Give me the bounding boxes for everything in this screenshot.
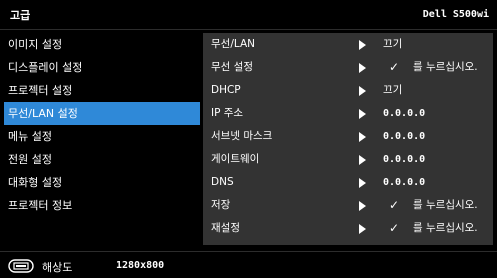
- arrow-right-icon: [359, 155, 366, 165]
- setting-label: DNS: [211, 176, 234, 188]
- setting-label: 서브넷 마스크: [211, 130, 273, 142]
- model-name: Dell S500wi: [422, 9, 489, 20]
- footer: 해상도 1280x800: [0, 256, 497, 278]
- arrow-right-icon: [359, 40, 366, 50]
- sidebar-item-wireless-lan-settings[interactable]: 무선/LAN 설정: [4, 102, 200, 125]
- setting-value: 0.0.0.0: [383, 154, 426, 165]
- setting-row-wireless-lan[interactable]: 무선/LAN 끄기: [203, 33, 493, 56]
- sidebar: 이미지 설정 디스플레이 설정 프로젝터 설정 무선/LAN 설정 메뉴 설정 …: [0, 33, 200, 245]
- setting-value: 를 누르십시오.: [413, 61, 478, 73]
- arrow-right-icon: [359, 132, 366, 142]
- arrow-right-icon: [359, 86, 366, 96]
- setting-row-dns[interactable]: DNS 0.0.0.0: [203, 171, 493, 194]
- sidebar-item-projector-info[interactable]: 프로젝터 정보: [0, 194, 200, 217]
- setting-label: 무선 설정: [211, 61, 253, 73]
- setting-row-gateway[interactable]: 게이트웨이 0.0.0.0: [203, 148, 493, 171]
- sidebar-item-projector-settings[interactable]: 프로젝터 설정: [0, 79, 200, 102]
- checkmark-icon: ✓: [389, 221, 400, 235]
- setting-row-ip-address[interactable]: IP 주소 0.0.0.0: [203, 102, 493, 125]
- sidebar-item-menu-settings[interactable]: 메뉴 설정: [0, 125, 200, 148]
- arrow-right-icon: [359, 201, 366, 211]
- setting-value: 를 누르십시오.: [413, 199, 478, 211]
- setting-label: 재설정: [211, 222, 240, 234]
- menu-title: 고급: [10, 9, 31, 22]
- setting-row-reset[interactable]: 재설정 ✓ 를 누르십시오.: [203, 217, 493, 240]
- setting-value: 를 누르십시오.: [413, 222, 478, 234]
- sidebar-item-interactive-settings[interactable]: 대화형 설정: [0, 171, 200, 194]
- sidebar-item-display-settings[interactable]: 디스플레이 설정: [0, 56, 200, 79]
- sidebar-item-power-settings[interactable]: 전원 설정: [0, 148, 200, 171]
- setting-row-save[interactable]: 저장 ✓ 를 누르십시오.: [203, 194, 493, 217]
- resolution-label: 해상도: [42, 261, 73, 274]
- setting-label: IP 주소: [211, 107, 244, 119]
- header-divider: [0, 29, 497, 30]
- setting-label: 무선/LAN: [211, 38, 255, 50]
- setting-value: 0.0.0.0: [383, 108, 426, 119]
- setting-value: 0.0.0.0: [383, 177, 426, 188]
- setting-row-wireless-setup[interactable]: 무선 설정 ✓ 를 누르십시오.: [203, 56, 493, 79]
- setting-value: 끄기: [383, 84, 403, 96]
- checkmark-icon: ✓: [389, 60, 400, 74]
- setting-label: DHCP: [211, 84, 241, 96]
- footer-divider: [0, 251, 497, 252]
- setting-label: 저장: [211, 199, 231, 211]
- setting-row-dhcp[interactable]: DHCP 끄기: [203, 79, 493, 102]
- setting-label: 게이트웨이: [211, 153, 260, 165]
- setting-row-subnet-mask[interactable]: 서브넷 마스크 0.0.0.0: [203, 125, 493, 148]
- arrow-right-icon: [359, 63, 366, 73]
- arrow-right-icon: [359, 224, 366, 234]
- projector-osd-menu: 고급 Dell S500wi 이미지 설정 디스플레이 설정 프로젝터 설정 무…: [0, 0, 497, 278]
- sidebar-item-image-settings[interactable]: 이미지 설정: [0, 33, 200, 56]
- checkmark-icon: ✓: [389, 198, 400, 212]
- setting-value: 끄기: [383, 38, 403, 50]
- header: 고급 Dell S500wi: [0, 0, 497, 29]
- arrow-right-icon: [359, 109, 366, 119]
- setting-value: 0.0.0.0: [383, 131, 426, 142]
- resolution-value: 1280x800: [116, 260, 165, 271]
- resolution-icon: [8, 259, 34, 273]
- arrow-right-icon: [359, 178, 366, 188]
- settings-panel: 무선/LAN 끄기 무선 설정 ✓ 를 누르십시오. DHCP 끄기 IP 주소…: [203, 33, 493, 245]
